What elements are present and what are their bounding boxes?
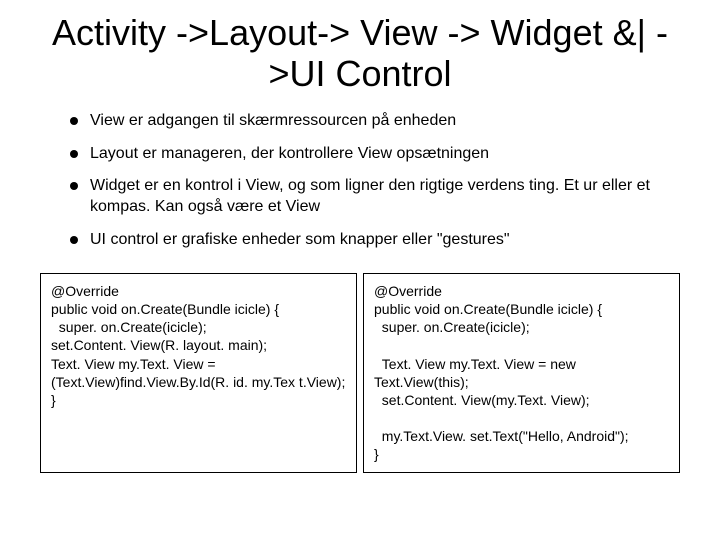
list-item: View er adgangen til skærmressourcen på … [70, 111, 670, 132]
code-left: @Override public void on.Create(Bundle i… [40, 273, 357, 473]
list-item: Layout er manageren, der kontrollere Vie… [70, 144, 670, 165]
code-row: @Override public void on.Create(Bundle i… [0, 269, 720, 473]
slide-title: Activity ->Layout-> View -> Widget &| ->… [0, 0, 720, 101]
bullet-list: View er adgangen til skærmressourcen på … [0, 101, 720, 269]
code-right: @Override public void on.Create(Bundle i… [363, 273, 680, 473]
list-item: UI control er grafiske enheder som knapp… [70, 230, 670, 251]
list-item: Widget er en kontrol i View, og som lign… [70, 176, 670, 218]
